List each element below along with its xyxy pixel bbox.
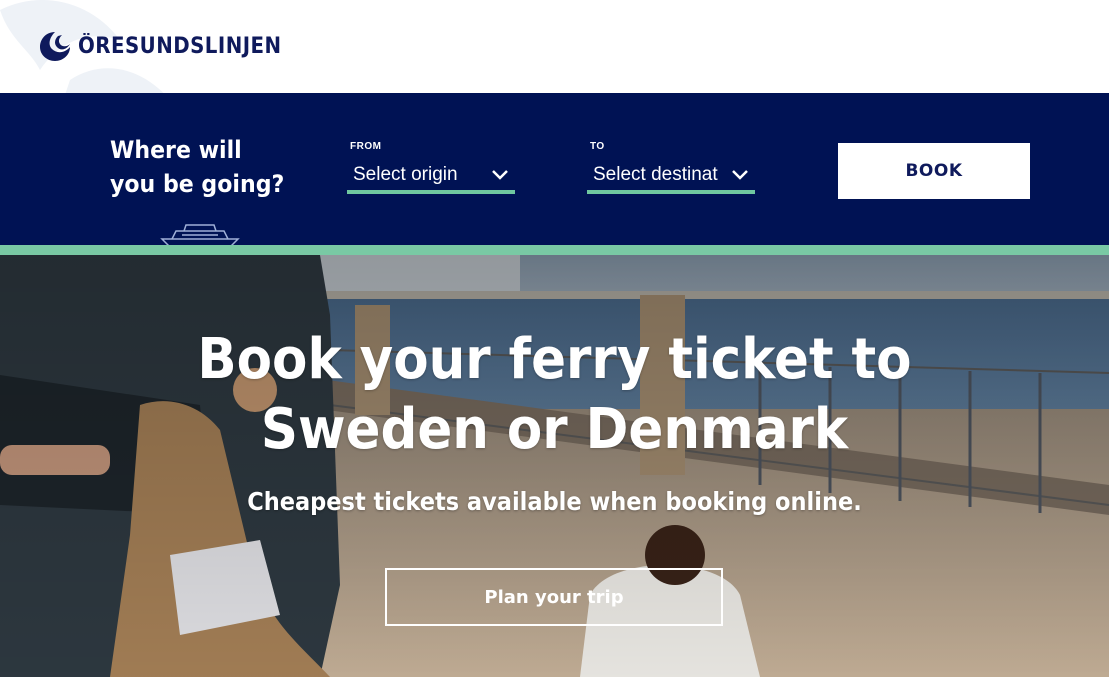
destination-select[interactable]: Select destinat	[587, 164, 755, 194]
book-button[interactable]: BOOK	[838, 143, 1030, 199]
ferry-ship-icon	[160, 224, 240, 247]
origin-value: Select origin	[353, 164, 458, 185]
origin-label: FROM	[350, 141, 382, 152]
plan-trip-button[interactable]: Plan your trip	[385, 568, 723, 626]
booking-widget: Where will you be going? FROM Select ori…	[0, 93, 1109, 247]
hero-title: Book your ferry ticket to Sweden or Denm…	[197, 327, 912, 462]
origin-select[interactable]: Select origin	[347, 164, 515, 194]
wave-logo-icon	[40, 32, 70, 61]
destination-label: TO	[590, 141, 605, 152]
booking-title: Where will you be going?	[110, 136, 285, 198]
chevron-down-icon	[492, 170, 508, 180]
destination-value: Select destinat	[593, 164, 718, 185]
chevron-down-icon	[732, 170, 748, 180]
accent-divider	[0, 245, 1109, 255]
hero-section: Book your ferry ticket to Sweden or Denm…	[0, 255, 1109, 677]
site-header: ÖRESUNDSLINJEN	[0, 0, 1109, 93]
destination-field: TO Select destinat	[587, 141, 755, 194]
brand-name: ÖRESUNDSLINJEN	[78, 33, 282, 59]
origin-field: FROM Select origin	[347, 141, 515, 194]
brand-logo[interactable]: ÖRESUNDSLINJEN	[38, 30, 304, 62]
hero-subtitle: Cheapest tickets available when booking …	[247, 487, 862, 516]
